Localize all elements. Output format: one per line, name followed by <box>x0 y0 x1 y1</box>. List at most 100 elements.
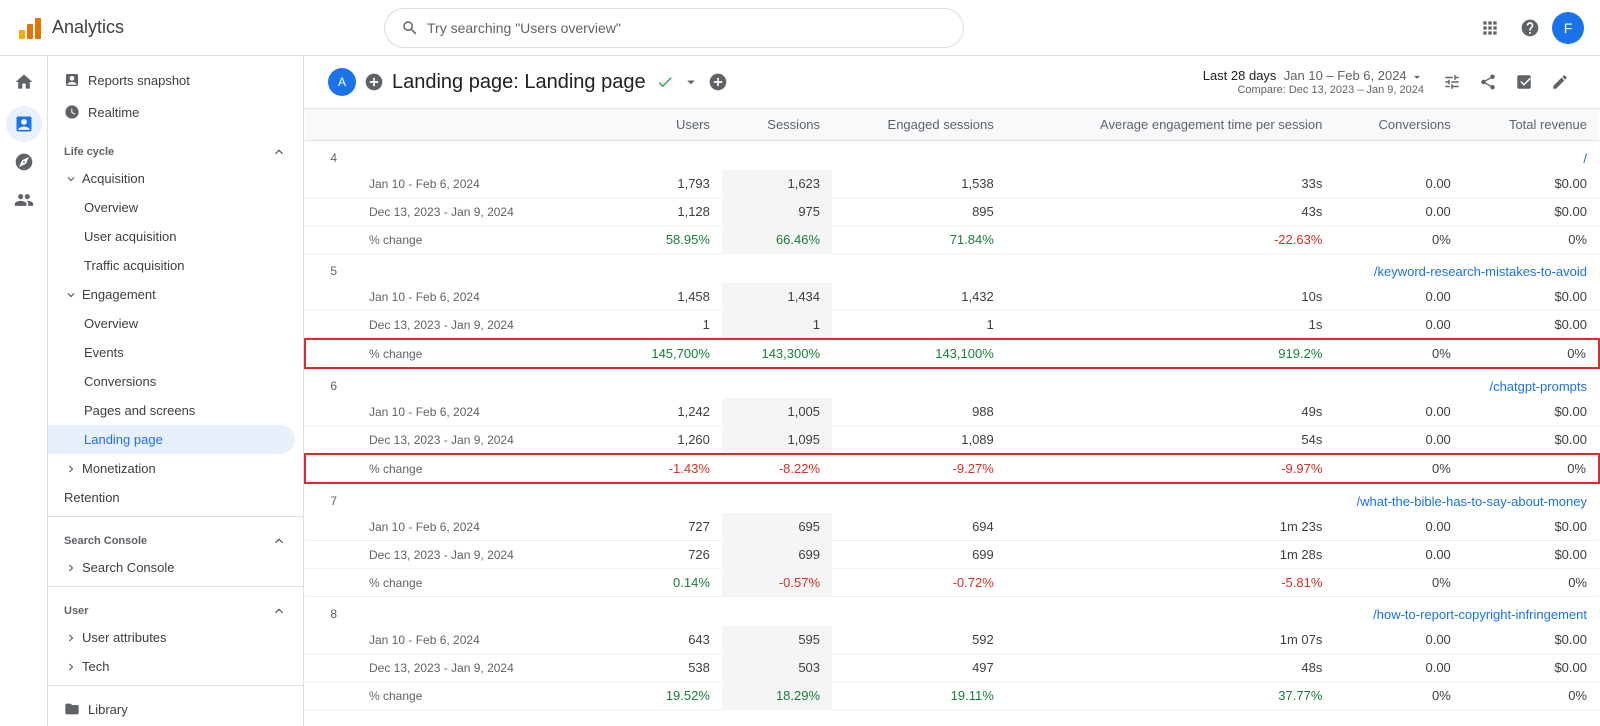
sidebar-item-monetization[interactable]: Monetization <box>48 454 295 483</box>
page-url[interactable]: / <box>345 141 1599 171</box>
app-title: Analytics <box>52 17 124 38</box>
row-label: % change <box>345 569 612 597</box>
customize-report-icon-btn[interactable] <box>1436 66 1468 98</box>
analytics-logo-icon <box>16 14 44 42</box>
sidebar-item-tech[interactable]: Tech <box>48 652 295 681</box>
table-row: Dec 13, 2023 - Jan 9, 20241,2601,0951,08… <box>305 426 1599 455</box>
reports-icon-btn[interactable] <box>6 106 42 142</box>
sidebar-item-overview-acq[interactable]: Overview <box>48 193 295 222</box>
search-icon <box>401 19 419 37</box>
help-icon-btn[interactable] <box>1512 10 1548 46</box>
search-console-chevron-icon <box>271 533 287 549</box>
page-url[interactable]: /what-the-bible-has-to-say-about-money <box>345 483 1599 513</box>
sidebar-item-events[interactable]: Events <box>48 338 295 367</box>
row-label: Jan 10 - Feb 6, 2024 <box>345 626 612 654</box>
sidebar-item-library[interactable]: Library <box>48 694 295 724</box>
edit-icon-btn[interactable] <box>1544 66 1576 98</box>
table-url-row: 7/what-the-bible-has-to-say-about-money <box>305 483 1599 513</box>
lifecycle-section-header[interactable]: Life cycle <box>48 136 303 164</box>
sidebar-item-reports-snapshot[interactable]: Reports snapshot <box>48 64 295 96</box>
topbar-right: F <box>1472 10 1584 46</box>
sidebar-item-user-acquisition[interactable]: User acquisition <box>48 222 295 251</box>
user-section-label: User <box>64 605 88 617</box>
chevron-down-icon-eng <box>64 288 78 302</box>
col-engaged[interactable]: Engaged sessions <box>832 109 1006 141</box>
table-row: % change145,700%143,300%143,100%919.2%0%… <box>305 339 1599 368</box>
col-sessions[interactable]: Sessions <box>722 109 832 141</box>
reports-icon <box>14 114 34 134</box>
acquisition-label: Acquisition <box>82 171 145 186</box>
row-label: Jan 10 - Feb 6, 2024 <box>345 170 612 198</box>
search-bar[interactable]: Try searching "Users overview" <box>384 8 964 48</box>
edit-icon <box>1551 73 1569 91</box>
table-row: Jan 10 - Feb 6, 20247276956941m 23s0.00$… <box>305 513 1599 541</box>
sidebar-item-conversions[interactable]: Conversions <box>48 367 295 396</box>
dropdown-icon[interactable] <box>682 73 700 91</box>
date-range-display[interactable]: Last 28 days Jan 10 – Feb 6, 2024 Compar… <box>1203 68 1424 96</box>
apps-icon <box>1480 18 1500 38</box>
col-conversions[interactable]: Conversions <box>1334 109 1462 141</box>
row-label: % change <box>345 454 612 483</box>
table-row: Jan 10 - Feb 6, 20241,2421,00598849s0.00… <box>305 398 1599 426</box>
sidebar-item-search-console[interactable]: Search Console <box>48 553 295 582</box>
table-row: Jan 10 - Feb 6, 20241,4581,4341,43210s0.… <box>305 283 1599 311</box>
retention-label: Retention <box>64 490 120 505</box>
col-avg-time[interactable]: Average engagement time per session <box>1006 109 1335 141</box>
row-label: % change <box>345 339 612 368</box>
search-console-section-header[interactable]: Search Console <box>48 525 303 553</box>
table-url-row: 4/ <box>305 141 1599 171</box>
table-row: Dec 13, 2023 - Jan 9, 20241,12897589543s… <box>305 198 1599 226</box>
page-url[interactable]: /chatgpt-prompts <box>345 368 1599 398</box>
sidebar-item-realtime[interactable]: Realtime <box>48 96 295 128</box>
events-label: Events <box>84 345 124 360</box>
date-range-value: Jan 10 – Feb 6, 2024 <box>1284 68 1407 83</box>
sidebar-item-acquisition[interactable]: Acquisition <box>48 164 295 193</box>
verified-icon <box>656 73 674 91</box>
icon-bar <box>0 56 48 726</box>
explore-icon <box>14 152 34 172</box>
sidebar-item-retention[interactable]: Retention <box>48 483 295 512</box>
row-label: Jan 10 - Feb 6, 2024 <box>345 398 612 426</box>
sidebar-item-pages-screens[interactable]: Pages and screens <box>48 396 295 425</box>
share-icon-btn[interactable] <box>1472 66 1504 98</box>
sidebar-item-landing-page[interactable]: Landing page <box>48 425 295 454</box>
main-content: A Landing page: Landing page Last 28 day… <box>304 56 1600 726</box>
home-icon-btn[interactable] <box>6 64 42 100</box>
chevron-right-icon-mon <box>64 462 78 476</box>
col-revenue[interactable]: Total revenue <box>1463 109 1599 141</box>
page-url[interactable]: /how-to-report-copyright-infringement <box>345 597 1599 627</box>
col-users[interactable]: Users <box>612 109 722 141</box>
library-label: Library <box>88 702 128 717</box>
add-tab-icon[interactable] <box>708 72 728 92</box>
apps-icon-btn[interactable] <box>1472 10 1508 46</box>
page-avatar: A <box>328 68 356 96</box>
user-section-header[interactable]: User <box>48 595 303 623</box>
engagement-label: Engagement <box>82 287 156 302</box>
table-url-row: 6/chatgpt-prompts <box>305 368 1599 398</box>
insights-icon <box>1515 73 1533 91</box>
col-num <box>305 109 345 141</box>
table-container: Users Sessions Engaged sessions Average … <box>304 109 1600 726</box>
row-label: Dec 13, 2023 - Jan 9, 2024 <box>345 541 612 569</box>
add-comparison-icon[interactable] <box>364 72 384 92</box>
sidebar-item-engagement[interactable]: Engagement <box>48 280 295 309</box>
monetization-label: Monetization <box>82 461 156 476</box>
sidebar-item-overview-eng[interactable]: Overview <box>48 309 295 338</box>
page-header: A Landing page: Landing page Last 28 day… <box>304 56 1600 109</box>
row-label: % change <box>345 682 612 710</box>
audience-icon-btn[interactable] <box>6 182 42 218</box>
chevron-right-icon-ua <box>64 631 78 645</box>
search-console-section-label: Search Console <box>64 535 147 547</box>
insights-icon-btn[interactable] <box>1508 66 1540 98</box>
lifecycle-label: Life cycle <box>64 146 114 158</box>
chevron-right-icon-sc <box>64 561 78 575</box>
page-url[interactable]: /keyword-research-mistakes-to-avoid <box>345 254 1599 284</box>
overview-acq-label: Overview <box>84 200 138 215</box>
search-console-label: Search Console <box>82 560 175 575</box>
lifecycle-chevron-icon <box>271 144 287 160</box>
sidebar-item-traffic-acquisition[interactable]: Traffic acquisition <box>48 251 295 280</box>
table-url-row: 5/keyword-research-mistakes-to-avoid <box>305 254 1599 284</box>
sidebar-item-user-attributes[interactable]: User attributes <box>48 623 295 652</box>
explore-icon-btn[interactable] <box>6 144 42 180</box>
avatar-btn[interactable]: F <box>1552 12 1584 44</box>
